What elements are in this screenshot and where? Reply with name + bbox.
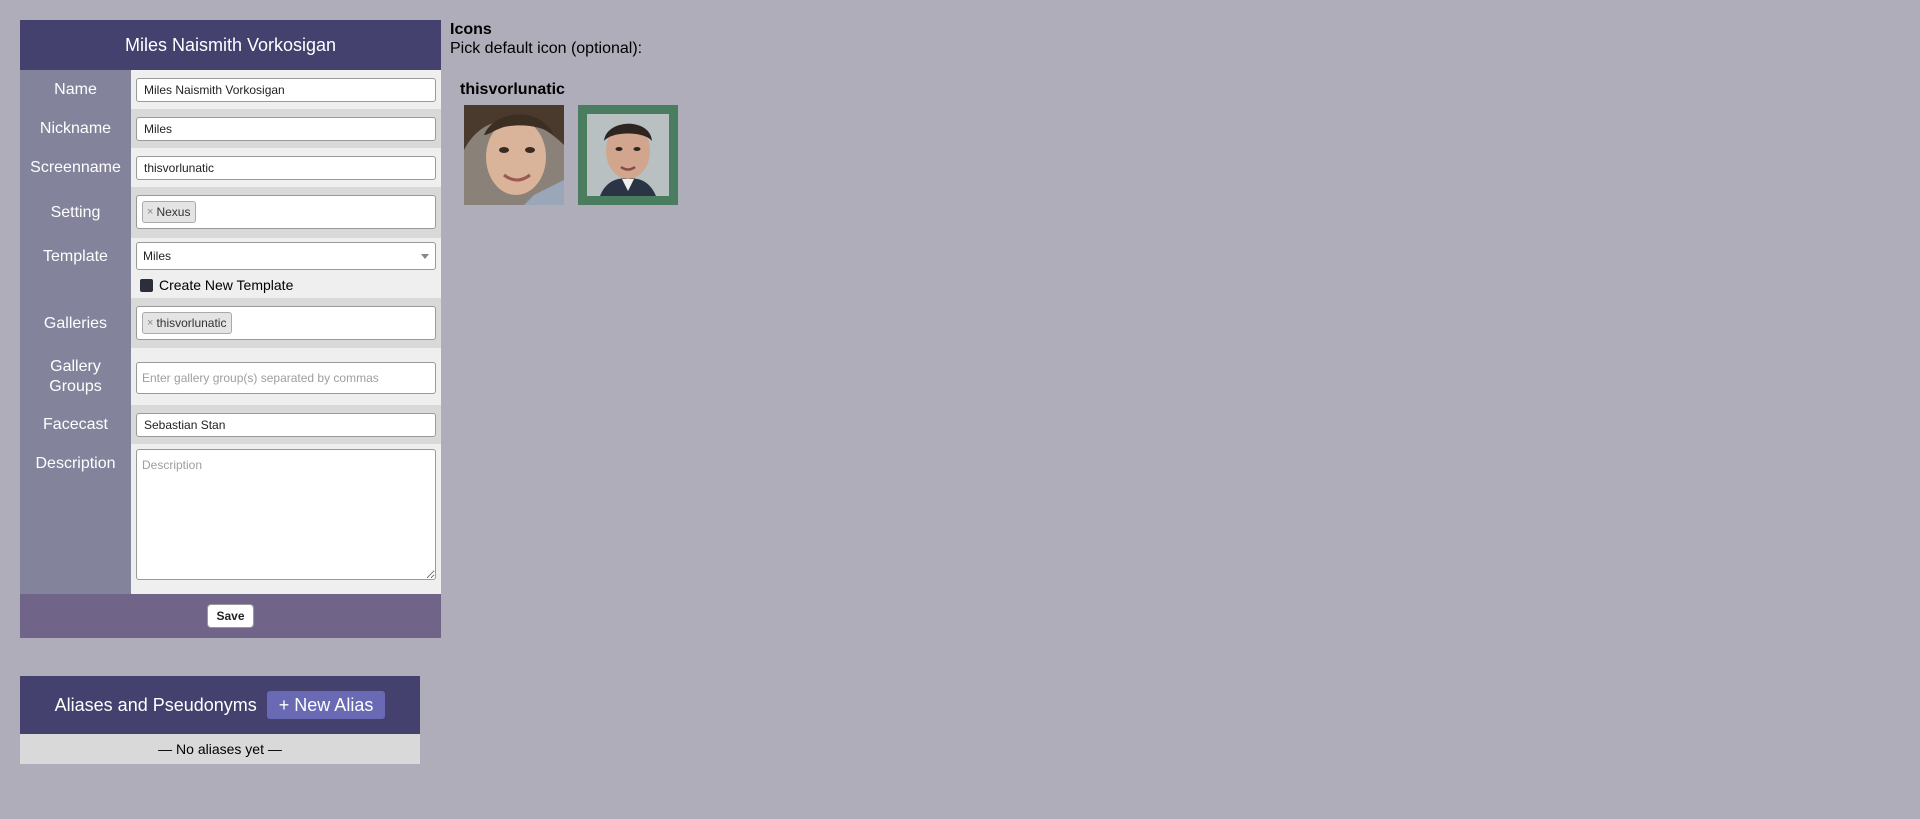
facecast-label: Facecast	[20, 405, 131, 444]
gallery-tag: × thisvorlunatic	[142, 312, 233, 334]
aliases-panel: Aliases and Pseudonyms + New Alias — No …	[20, 676, 420, 764]
galleries-label: Galleries	[20, 298, 131, 348]
icons-section: Icons Pick default icon (optional): this…	[450, 20, 692, 205]
aliases-title: Aliases and Pseudonyms	[54, 694, 257, 715]
facecast-row: Facecast	[20, 405, 441, 444]
create-template-option[interactable]: Create New Template	[136, 277, 436, 293]
name-input[interactable]	[136, 78, 436, 102]
nickname-row: Nickname	[20, 109, 441, 148]
name-row: Name	[20, 70, 441, 109]
template-row: Template Miles Create New Template	[20, 238, 441, 298]
portrait-photo-icon	[578, 105, 678, 205]
name-label: Name	[20, 70, 131, 109]
aliases-header: Aliases and Pseudonyms + New Alias	[20, 676, 420, 734]
icon-option-selected[interactable]	[578, 105, 678, 205]
character-form: Miles Naismith Vorkosigan Name Nickname …	[20, 20, 441, 638]
chevron-down-icon	[421, 253, 429, 259]
icons-subtitle: Pick default icon (optional):	[450, 40, 643, 57]
screenname-label: Screenname	[20, 148, 131, 187]
description-textarea[interactable]	[136, 449, 436, 580]
setting-row: Setting × Nexus	[20, 187, 441, 238]
setting-label: Setting	[20, 187, 131, 238]
template-label: Template	[20, 238, 131, 298]
nickname-label: Nickname	[20, 109, 131, 148]
gallery-tag-label: thisvorlunatic	[156, 316, 227, 330]
form-footer: Save	[20, 594, 441, 638]
portrait-photo-icon	[464, 105, 564, 205]
icon-option[interactable]	[464, 105, 564, 205]
gallery-groups-label-line1: Gallery	[50, 358, 101, 375]
facecast-input[interactable]	[136, 413, 436, 437]
screenname-row: Screenname	[20, 148, 441, 187]
gallery-groups-label: Gallery Groups	[20, 348, 131, 405]
nickname-input[interactable]	[136, 117, 436, 141]
galleries-row: Galleries × thisvorlunatic	[20, 298, 441, 348]
setting-tag-input[interactable]: × Nexus	[136, 195, 436, 229]
save-button[interactable]: Save	[207, 604, 254, 628]
setting-tag: × Nexus	[142, 201, 197, 223]
remove-tag-icon[interactable]: ×	[147, 206, 153, 218]
screenname-input[interactable]	[136, 156, 436, 180]
gallery-groups-label-line2: Groups	[49, 378, 102, 395]
icons-title: Icons	[450, 21, 492, 38]
create-template-checkbox[interactable]	[140, 278, 153, 292]
icon-list	[464, 105, 692, 205]
setting-tag-label: Nexus	[156, 205, 191, 219]
gallery-name: thisvorlunatic	[460, 81, 565, 98]
gallery-groups-input[interactable]	[136, 362, 436, 394]
template-select[interactable]: Miles	[136, 242, 436, 270]
galleries-tag-input[interactable]: × thisvorlunatic	[136, 306, 436, 340]
form-title: Miles Naismith Vorkosigan	[20, 20, 441, 70]
description-row: Description	[20, 444, 441, 594]
template-selected-value: Miles	[143, 249, 172, 263]
aliases-empty-message: — No aliases yet —	[20, 734, 420, 764]
description-label: Description	[20, 444, 131, 594]
create-template-label: Create New Template	[159, 277, 294, 293]
remove-tag-icon[interactable]: ×	[147, 317, 153, 329]
new-alias-button[interactable]: + New Alias	[266, 691, 386, 719]
gallery-groups-row: Gallery Groups	[20, 348, 441, 405]
